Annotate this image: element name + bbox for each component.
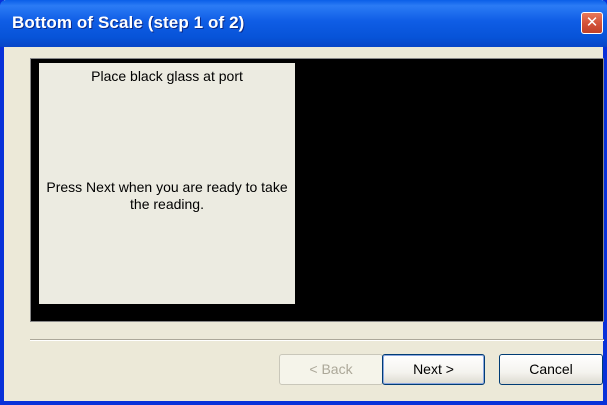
preview-area: Place black glass at port Press Next whe… [30,58,604,322]
instruction-text-top: Place black glass at port [91,68,243,84]
next-button[interactable]: Next > [382,354,485,385]
close-button[interactable]: ✕ [581,12,603,34]
instruction-text-middle-content: Press Next when you are ready to take th… [46,179,288,212]
wizard-dialog: Bottom of Scale (step 1 of 2) ✕ Place bl… [0,0,607,405]
cancel-button[interactable]: Cancel [499,354,603,385]
window-title: Bottom of Scale (step 1 of 2) [12,13,245,32]
close-icon: ✕ [585,13,599,31]
back-button[interactable]: < Back [279,354,383,385]
title-bar[interactable]: Bottom of Scale (step 1 of 2) ✕ [0,0,607,47]
separator-line [30,339,604,341]
instruction-text-middle: Press Next when you are ready to take th… [39,179,295,213]
instruction-panel: Place black glass at port Press Next whe… [39,63,295,304]
